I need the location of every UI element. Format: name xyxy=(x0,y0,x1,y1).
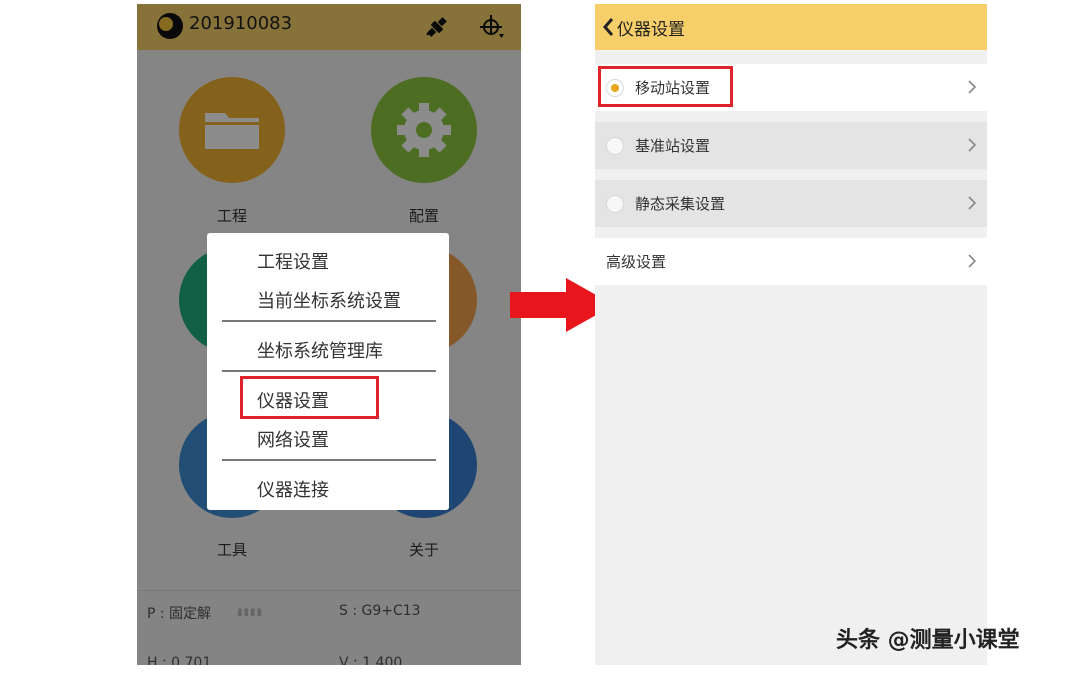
menu-item-instrument-connect[interactable]: 仪器连接 xyxy=(257,476,329,502)
radio-unselected-icon[interactable] xyxy=(606,195,624,213)
menu-divider xyxy=(222,370,436,372)
menu-item-network-settings[interactable]: 网络设置 xyxy=(257,426,329,452)
chevron-right-icon xyxy=(968,254,977,268)
left-phone-screen: 201910083 工程 配置 工具 关于 P: 固定解 ▮▮▮▮ S: G… xyxy=(137,4,521,665)
menu-divider xyxy=(222,320,436,322)
static-settings-row[interactable]: 静态采集设置 xyxy=(595,180,987,227)
menu-item-coord-library[interactable]: 坐标系统管理库 xyxy=(257,337,383,363)
settings-popup-menu: 工程设置 当前坐标系统设置 坐标系统管理库 仪器设置 网络设置 仪器连接 xyxy=(207,233,449,510)
menu-item-project-settings[interactable]: 工程设置 xyxy=(257,248,329,274)
menu-divider xyxy=(222,459,436,461)
static-settings-label: 静态采集设置 xyxy=(635,195,726,213)
chevron-right-icon xyxy=(968,196,977,210)
base-settings-row[interactable]: 基准站设置 xyxy=(595,122,987,169)
highlight-box xyxy=(240,376,379,419)
menu-item-current-coord-system[interactable]: 当前坐标系统设置 xyxy=(257,287,401,313)
highlight-box xyxy=(598,66,733,107)
chevron-left-icon[interactable] xyxy=(601,16,615,38)
right-phone-screen: 仪器设置 移动站设置 基准站设置 静态采集设置 高级设置 xyxy=(595,4,987,665)
instrument-settings-header: 仪器设置 xyxy=(595,4,987,50)
base-settings-label: 基准站设置 xyxy=(635,137,711,155)
advanced-settings-label: 高级设置 xyxy=(606,253,667,271)
watermark-text: 头条 @测量小课堂 xyxy=(836,628,1020,653)
chevron-right-icon xyxy=(968,80,977,94)
radio-unselected-icon[interactable] xyxy=(606,137,624,155)
advanced-settings-row[interactable]: 高级设置 xyxy=(595,238,987,285)
chevron-right-icon xyxy=(968,138,977,152)
page-title: 仪器设置 xyxy=(617,20,685,40)
